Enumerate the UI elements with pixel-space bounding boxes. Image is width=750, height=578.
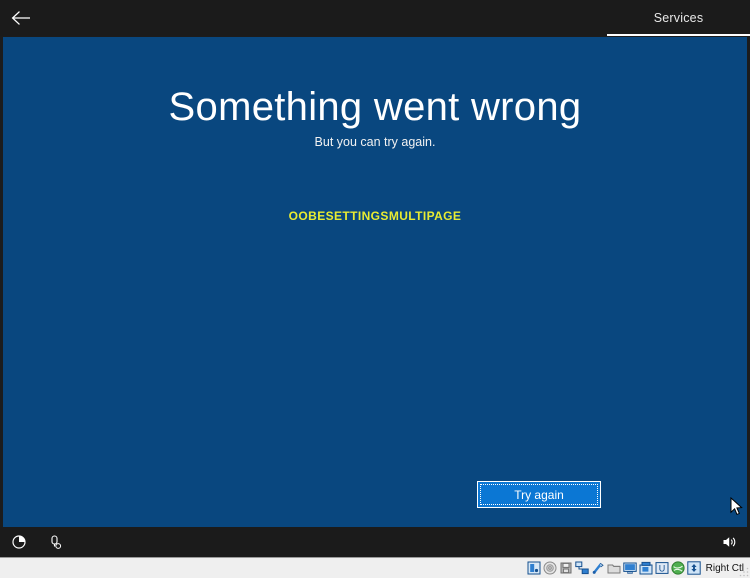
- hard-disk-icon[interactable]: [527, 561, 541, 575]
- tab-services-label: Services: [653, 11, 704, 25]
- optical-disk-icon[interactable]: [543, 561, 557, 575]
- ease-of-access-glyph: [12, 535, 26, 549]
- floppy-disk-icon[interactable]: [559, 561, 573, 575]
- tab-services-active-indicator: [607, 34, 750, 36]
- display-icon[interactable]: [622, 561, 637, 575]
- oobe-footer-bar: [0, 527, 750, 557]
- input-method-icon[interactable]: [44, 532, 66, 552]
- error-code-text: OOBESETTINGSMULTIPAGE: [288, 209, 462, 223]
- mouse-capture-icon[interactable]: [686, 561, 701, 575]
- input-method-glyph: [51, 535, 62, 549]
- vm-display-viewport[interactable]: Services Something went wrong But you ca…: [0, 0, 750, 557]
- back-arrow-icon: [11, 11, 30, 25]
- back-button[interactable]: [4, 2, 38, 34]
- oobe-content-area: Something went wrong But you can try aga…: [3, 37, 747, 527]
- volume-speaker-icon[interactable]: [718, 532, 740, 552]
- tab-services[interactable]: Services: [607, 0, 750, 36]
- try-again-button-label: Try again: [514, 487, 564, 502]
- remote-desktop-icon[interactable]: U: [655, 561, 669, 575]
- shared-folder-icon[interactable]: [607, 561, 621, 575]
- ease-of-access-icon[interactable]: [8, 532, 30, 552]
- network-icon[interactable]: [574, 561, 589, 575]
- guest-additions-icon[interactable]: [671, 561, 685, 575]
- virtualbox-status-bar: U Right Ctl: [0, 557, 750, 578]
- status-indicator-group: U Right Ctl: [527, 558, 744, 578]
- virtualbox-vm-window: Services Something went wrong But you ca…: [0, 0, 750, 578]
- volume-speaker-glyph: [723, 537, 736, 547]
- usb-icon[interactable]: [591, 561, 605, 575]
- svg-text:U: U: [658, 563, 665, 573]
- page-subtitle: But you can try again.: [314, 135, 436, 149]
- oobe-header-bar: Services: [0, 0, 750, 36]
- try-again-button[interactable]: Try again: [477, 481, 601, 508]
- resize-grip[interactable]: [739, 567, 749, 577]
- video-capture-icon[interactable]: [639, 561, 653, 575]
- page-title: Something went wrong: [168, 85, 582, 129]
